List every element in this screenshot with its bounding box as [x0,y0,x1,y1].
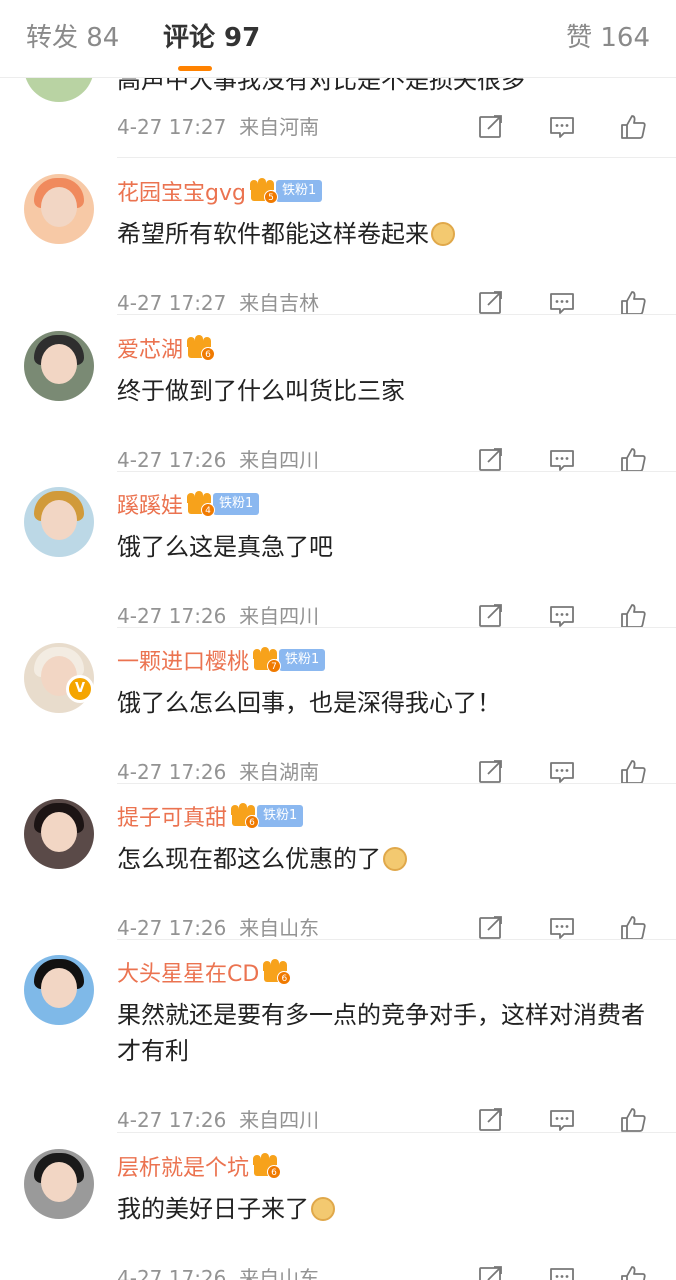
share-icon[interactable] [477,446,505,474]
crown-badge-icon: 6 [231,803,260,829]
fan-badge: 铁粉1 [213,493,260,515]
crown-badge-icon: 6 [263,959,292,985]
comment-text-block: 饿了么怎么回事，也是深得我心了！ [117,685,657,721]
username[interactable]: 提子可真甜 [117,800,227,832]
thumbs-up-icon[interactable] [619,602,647,630]
divider [117,314,676,315]
username[interactable]: 层析就是个坑 [117,1150,249,1182]
crown-badge-icon: 6 [187,335,216,361]
username[interactable]: 大头星星在CD [117,956,259,988]
avatar[interactable] [24,174,94,244]
username[interactable]: 爱芯湖 [117,332,183,364]
avatar[interactable] [24,331,94,401]
share-icon[interactable] [477,289,505,317]
username-row: 蹊蹊娃 4 铁粉1 [117,487,260,521]
comment-icon[interactable] [548,602,576,630]
comment-icon[interactable] [548,758,576,786]
tab-bar: 转发 84 评论 97 赞 164 [0,0,676,78]
thumbs-up-icon[interactable] [619,1264,647,1280]
username[interactable]: 蹊蹊娃 [117,488,183,520]
comment-meta: 4-27 17:26 来自四川 [117,1105,652,1135]
thumbs-up-icon[interactable] [619,289,647,317]
surprised-emoji-icon [311,1197,335,1221]
comment-text-block: 希望所有软件都能这样卷起来 [117,216,657,252]
fan-badge: 铁粉1 [275,180,323,202]
tab-likes[interactable]: 赞 164 [566,20,650,56]
comment-icon[interactable] [548,914,576,942]
doge-emoji-icon [431,222,455,246]
comment-text-block: 饿了么这是真急了吧 [117,529,657,565]
share-icon[interactable] [477,1264,505,1280]
crown-badge-icon: 6 [253,1153,282,1179]
comment-time: 4-27 17:26 来自山东 [117,1266,320,1280]
comment-text: 果然就还是要有多一点的竞争对手，这样对消费者才有利 [117,1001,645,1065]
username-row: 大头星星在CD 6 [117,955,292,989]
divider [117,627,676,628]
divider [117,1132,676,1133]
divider [117,471,676,472]
username-row: 层析就是个坑 6 [117,1149,282,1183]
username-row: 花园宝宝gvg 5 铁粉1 [117,174,323,208]
active-tab-indicator [178,66,212,71]
share-icon[interactable] [477,914,505,942]
divider [117,783,676,784]
divider [117,939,676,940]
comment-icon[interactable] [548,1264,576,1280]
avatar[interactable] [24,799,94,869]
share-icon[interactable] [477,113,505,141]
tab-comments[interactable]: 评论 97 [163,20,260,56]
fan-badge: 铁粉1 [279,649,326,671]
avatar[interactable] [24,78,94,102]
comment-text-block: 我的美好日子来了 [117,1191,657,1227]
comment-icon[interactable] [548,113,576,141]
crown-badge-icon: 7 [253,647,282,673]
comment-icon[interactable] [548,1106,576,1134]
comment-meta: 4-27 17:26 来自山东 [117,1263,652,1280]
comment-text: 怎么现在都这么优惠的了 [117,845,381,873]
comment-text: 希望所有软件都能这样卷起来 [117,220,429,248]
comment-text-block: 终于做到了什么叫货比三家 [117,373,657,409]
fan-badge: 铁粉1 [257,805,304,827]
verified-badge: V [66,675,94,703]
comment-text-block: 怎么现在都这么优惠的了 [117,841,657,877]
thumbs-up-icon[interactable] [619,113,647,141]
comment-text: 我的美好日子来了 [117,1195,309,1223]
comment-text: 饿了么怎么回事，也是深得我心了！ [117,689,501,717]
username-row: 爱芯湖 6 [117,331,216,365]
comment-text-block: 果然就还是要有多一点的竞争对手，这样对消费者才有利 [117,997,657,1069]
comment-text: 饿了么这是真急了吧 [117,533,333,561]
divider [117,157,676,158]
comment-text: 高声中大事我没有对比是不是损失很多 [117,78,525,94]
username-row: 一颗进口樱桃 7 铁粉1 [117,643,326,677]
crown-badge-icon: 4 [187,491,216,517]
comment-icon[interactable] [548,446,576,474]
share-icon[interactable] [477,758,505,786]
doge-emoji-icon [383,847,407,871]
avatar[interactable] [24,487,94,557]
share-icon[interactable] [477,602,505,630]
comment-time: 4-27 17:26 来自四川 [117,1108,320,1132]
avatar[interactable] [24,1149,94,1219]
share-icon[interactable] [477,1106,505,1134]
username[interactable]: 花园宝宝gvg [117,175,246,207]
tab-repost[interactable]: 转发 84 [26,20,119,56]
thumbs-up-icon[interactable] [619,758,647,786]
comment-time: 4-27 17:27 来自河南 [117,115,320,139]
username[interactable]: 一颗进口樱桃 [117,644,249,676]
avatar[interactable] [24,955,94,1025]
comment-icon[interactable] [548,289,576,317]
thumbs-up-icon[interactable] [619,1106,647,1134]
comment-item-partial: 高声中大事我没有对比是不是损失很多 4-27 17:27 来自河南 [0,78,676,158]
comment-text: 终于做到了什么叫货比三家 [117,377,405,405]
thumbs-up-icon[interactable] [619,914,647,942]
username-row: 提子可真甜 6 铁粉1 [117,799,304,833]
thumbs-up-icon[interactable] [619,446,647,474]
crown-badge-icon: 5 [249,178,278,204]
